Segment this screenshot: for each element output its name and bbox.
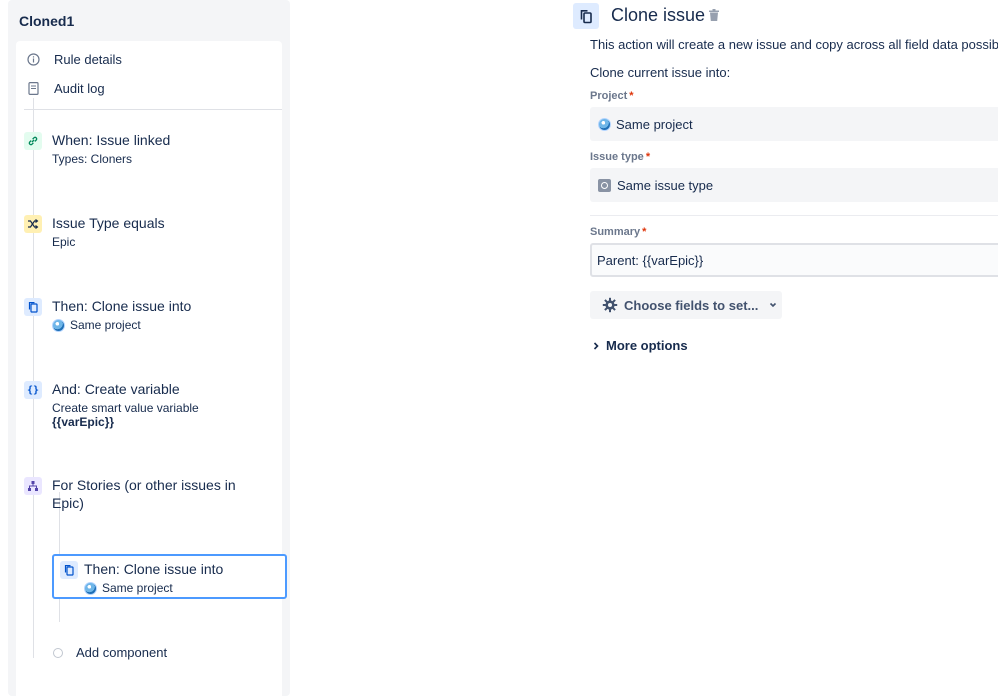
audit-log-label: Audit log [54,80,105,96]
audit-log-link[interactable]: Audit log [26,78,105,98]
rule-title: Cloned1 [19,13,75,29]
step-subtitle: Epic [52,235,76,249]
selected-branch-clone-step[interactable]: Then: Clone issue into Same project [52,554,287,599]
project-select[interactable]: Same project [590,107,998,141]
project-field-label: Project * [590,90,634,102]
step-subtitle-row: Same project [52,318,141,332]
step-title: Then: Clone issue into [52,298,192,314]
required-mark: * [645,151,651,163]
rule-details-link[interactable]: Rule details [26,49,122,69]
step-title: Issue Type equals [52,215,165,231]
document-icon [26,81,40,95]
copy-icon [60,561,78,579]
shuffle-icon [24,215,42,233]
step-subtitle: Types: Cloners [52,152,133,166]
condition-step[interactable]: Issue Type equals Epic [24,215,274,255]
clone-into-label: Clone current issue into: [590,65,731,80]
step-title: For Stories (or other issues in [52,477,236,493]
copy-icon [573,3,599,29]
add-component-label: Add component [76,645,168,660]
project-label-text: Project [590,90,628,102]
choose-fields-button[interactable]: Choose fields to set... [590,291,782,319]
project-avatar-icon [84,581,97,595]
step-title-line2: Epic) [52,495,84,511]
component-detail-panel: Clone issue This action will create a ne… [570,0,998,696]
chevron-down-icon [768,300,778,310]
step-subtitle-variable: {{varEpic}} [52,415,115,429]
issue-type-select-value: Same issue type [617,177,714,193]
required-mark: * [629,90,634,102]
summary-input[interactable] [590,243,998,277]
link-icon [24,132,42,150]
divider [24,109,282,110]
summary-field-label: Summary * [590,226,646,238]
trash-icon[interactable] [708,8,720,22]
step-subtitle: Same project [102,581,173,595]
gear-icon [602,297,618,313]
branch-step[interactable]: For Stories (or other issues in Epic) [24,477,274,517]
step-subtitle: Same project [70,318,141,332]
action-description: This action will create a new issue and … [590,37,998,52]
hierarchy-icon [24,477,42,495]
divider [590,215,998,216]
required-mark: * [642,226,647,238]
step-subtitle-row: Same project [84,581,173,595]
step-subtitle: Create smart value variable [52,401,199,415]
add-component-button[interactable]: Add component [53,645,167,660]
more-options-toggle[interactable]: More options [592,338,688,353]
project-avatar-icon [52,318,65,332]
issue-type-field-label: Issue type * [590,151,650,163]
project-avatar-icon [598,117,611,131]
rule-sidebar: Cloned1 Rule details Audit log When: Iss… [8,0,290,696]
summary-label-text: Summary [590,226,641,238]
step-title: Then: Clone issue into [84,561,224,577]
clone-step[interactable]: Then: Clone issue into Same project [24,298,274,338]
issue-type-icon [598,178,611,192]
issue-type-label-text: Issue type [590,151,644,163]
braces-icon: {} [24,381,42,399]
copy-icon [24,298,42,316]
step-title: And: Create variable [52,381,180,397]
create-variable-step[interactable]: {} And: Create variable Create smart val… [24,381,274,433]
more-options-label: More options [606,338,688,353]
branch-clone-step: Then: Clone issue into Same project [60,561,280,597]
chevron-right-icon [592,341,600,351]
info-icon [26,52,40,66]
trigger-step[interactable]: When: Issue linked Types: Cloners [24,132,274,172]
issue-type-select[interactable]: Same issue type [590,168,998,202]
rule-details-label: Rule details [54,51,122,67]
step-title: When: Issue linked [52,132,171,148]
add-circle-icon [53,647,63,658]
project-select-value: Same project [616,116,693,132]
choose-fields-label: Choose fields to set... [624,297,759,313]
panel-title: Clone issue [611,5,706,25]
timeline-line [33,98,34,658]
